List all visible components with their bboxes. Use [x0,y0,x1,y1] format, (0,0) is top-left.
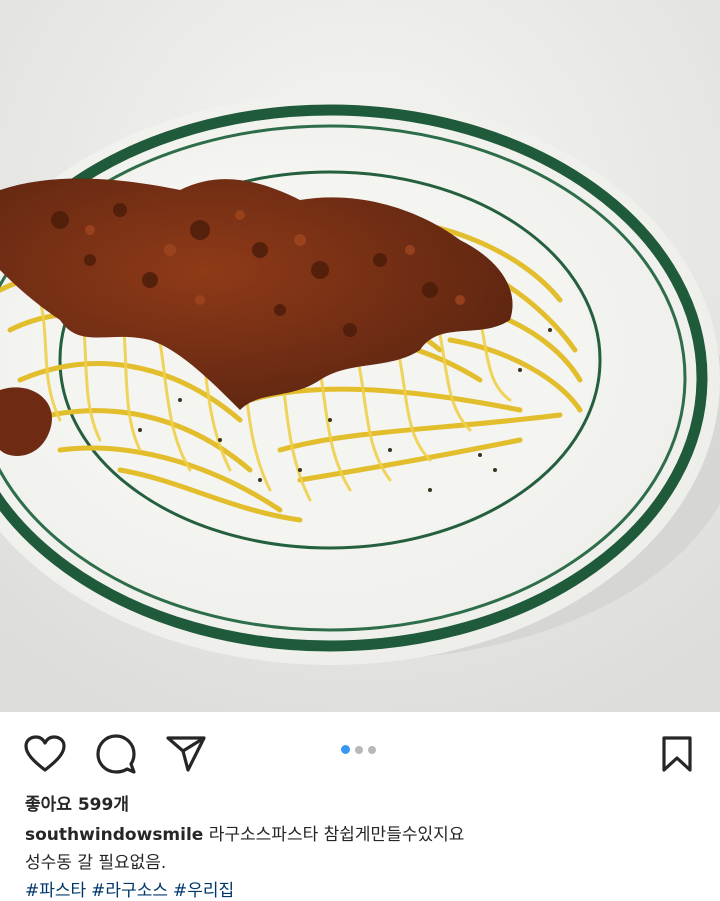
post-caption: southwindowsmile 라구소스파스타 참쉽게만들수있지요 성수동 갈… [25,821,695,901]
comment-bubble-icon [96,734,136,774]
heart-icon [24,735,66,772]
paper-plane-icon [166,736,206,772]
caption-text-line2: 성수동 갈 필요없음. [25,853,167,873]
like-button[interactable] [23,732,67,776]
post-photo[interactable] [0,0,720,712]
caption-text-line1: 라구소스파스타 참쉽게만들수있지요 [208,825,465,845]
instagram-post: 좋아요 599개 southwindowsmile 라구소스파스타 참쉽게만들수… [0,0,720,901]
post-action-bar [0,712,720,788]
hashtag-link[interactable]: #라구소스 [91,881,168,901]
bookmark-icon [662,736,692,772]
caption-first-line: southwindowsmile 라구소스파스타 참쉽게만들수있지요 [25,821,695,849]
carousel-dot [368,745,376,754]
carousel-dot-active [341,745,350,754]
likes-count[interactable]: 좋아요 599개 [25,790,129,815]
hashtag-link[interactable]: #우리집 [173,881,234,901]
pasta-plate-image [0,0,720,712]
carousel-indicator [341,745,376,754]
share-button[interactable] [164,732,208,776]
comment-button[interactable] [94,732,138,776]
username[interactable]: southwindowsmile [25,825,203,845]
hashtag-link[interactable]: #파스타 [25,881,86,901]
save-button[interactable] [655,732,699,776]
hashtag-list: #파스타 #라구소스 #우리집 [25,877,695,901]
carousel-dot [355,745,363,754]
